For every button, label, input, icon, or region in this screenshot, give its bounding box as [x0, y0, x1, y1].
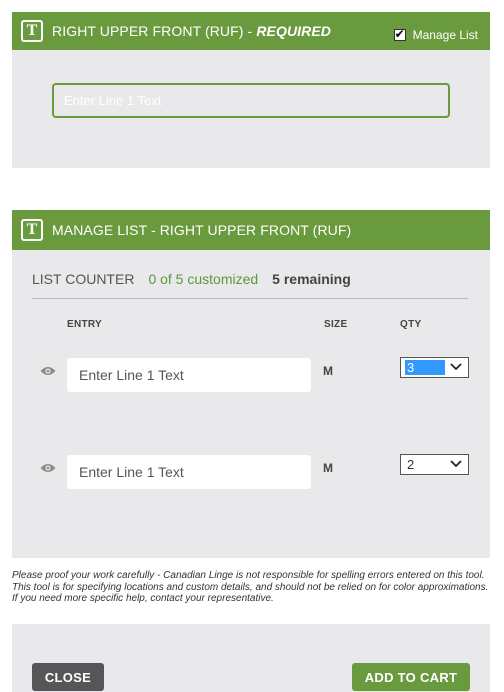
entry-placeholder: Enter Line 1 Text	[79, 367, 184, 383]
line1-text-input[interactable]: Enter Line 1 Text	[52, 83, 450, 118]
size-column-header: SIZE	[324, 319, 348, 330]
manage-list-title: MANAGE LIST - RIGHT UPPER FRONT (RUF)	[52, 222, 352, 238]
ruf-header: T RIGHT UPPER FRONT (RUF) - REQUIRED Man…	[12, 12, 490, 50]
size-value: M	[323, 364, 333, 378]
chevron-down-icon	[450, 460, 462, 468]
ruf-title: RIGHT UPPER FRONT (RUF) - REQUIRED	[52, 23, 331, 39]
entry-input[interactable]: Enter Line 1 Text	[67, 455, 311, 489]
manage-list-panel: LIST COUNTER 0 of 5 customized 5 remaini…	[12, 250, 490, 558]
text-icon: T	[21, 219, 43, 241]
qty-select[interactable]: 2	[400, 454, 469, 475]
ruf-title-text: RIGHT UPPER FRONT (RUF) -	[52, 23, 257, 39]
list-counter-label: LIST COUNTER	[32, 271, 135, 287]
required-label: REQUIRED	[256, 23, 332, 39]
eye-icon[interactable]	[40, 366, 56, 376]
disclaimer-text: Please proof your work carefully - Canad…	[12, 570, 489, 604]
entry-column-header: ENTRY	[67, 319, 103, 330]
manage-list-checkbox[interactable]	[393, 27, 406, 41]
line1-placeholder: Enter Line 1 Text	[64, 93, 162, 108]
close-button[interactable]: CLOSE	[32, 663, 104, 691]
entry-input[interactable]: Enter Line 1 Text	[67, 358, 311, 392]
remaining-count: 5 remaining	[272, 271, 351, 287]
entry-placeholder: Enter Line 1 Text	[79, 464, 184, 480]
qty-selected-value: 2	[407, 457, 415, 472]
customized-count: 0 of 5 customized	[148, 271, 259, 287]
qty-column-header: QTY	[400, 319, 422, 330]
manage-list-header: T MANAGE LIST - RIGHT UPPER FRONT (RUF)	[12, 210, 490, 250]
size-value: M	[323, 461, 333, 475]
footer-bar: CLOSE ADD TO CART	[12, 624, 490, 692]
chevron-down-icon	[450, 363, 462, 371]
qty-select[interactable]: 3	[400, 357, 469, 378]
add-to-cart-button[interactable]: ADD TO CART	[352, 663, 470, 691]
manage-list-label: Manage List	[412, 28, 478, 42]
qty-selected-value: 3	[405, 360, 445, 375]
text-icon: T	[21, 20, 43, 42]
list-counter: LIST COUNTER 0 of 5 customized 5 remaini…	[32, 271, 351, 287]
divider	[32, 298, 468, 299]
eye-icon[interactable]	[40, 463, 56, 473]
manage-list-toggle[interactable]: Manage List	[393, 27, 478, 42]
ruf-panel: Enter Line 1 Text	[12, 50, 490, 168]
